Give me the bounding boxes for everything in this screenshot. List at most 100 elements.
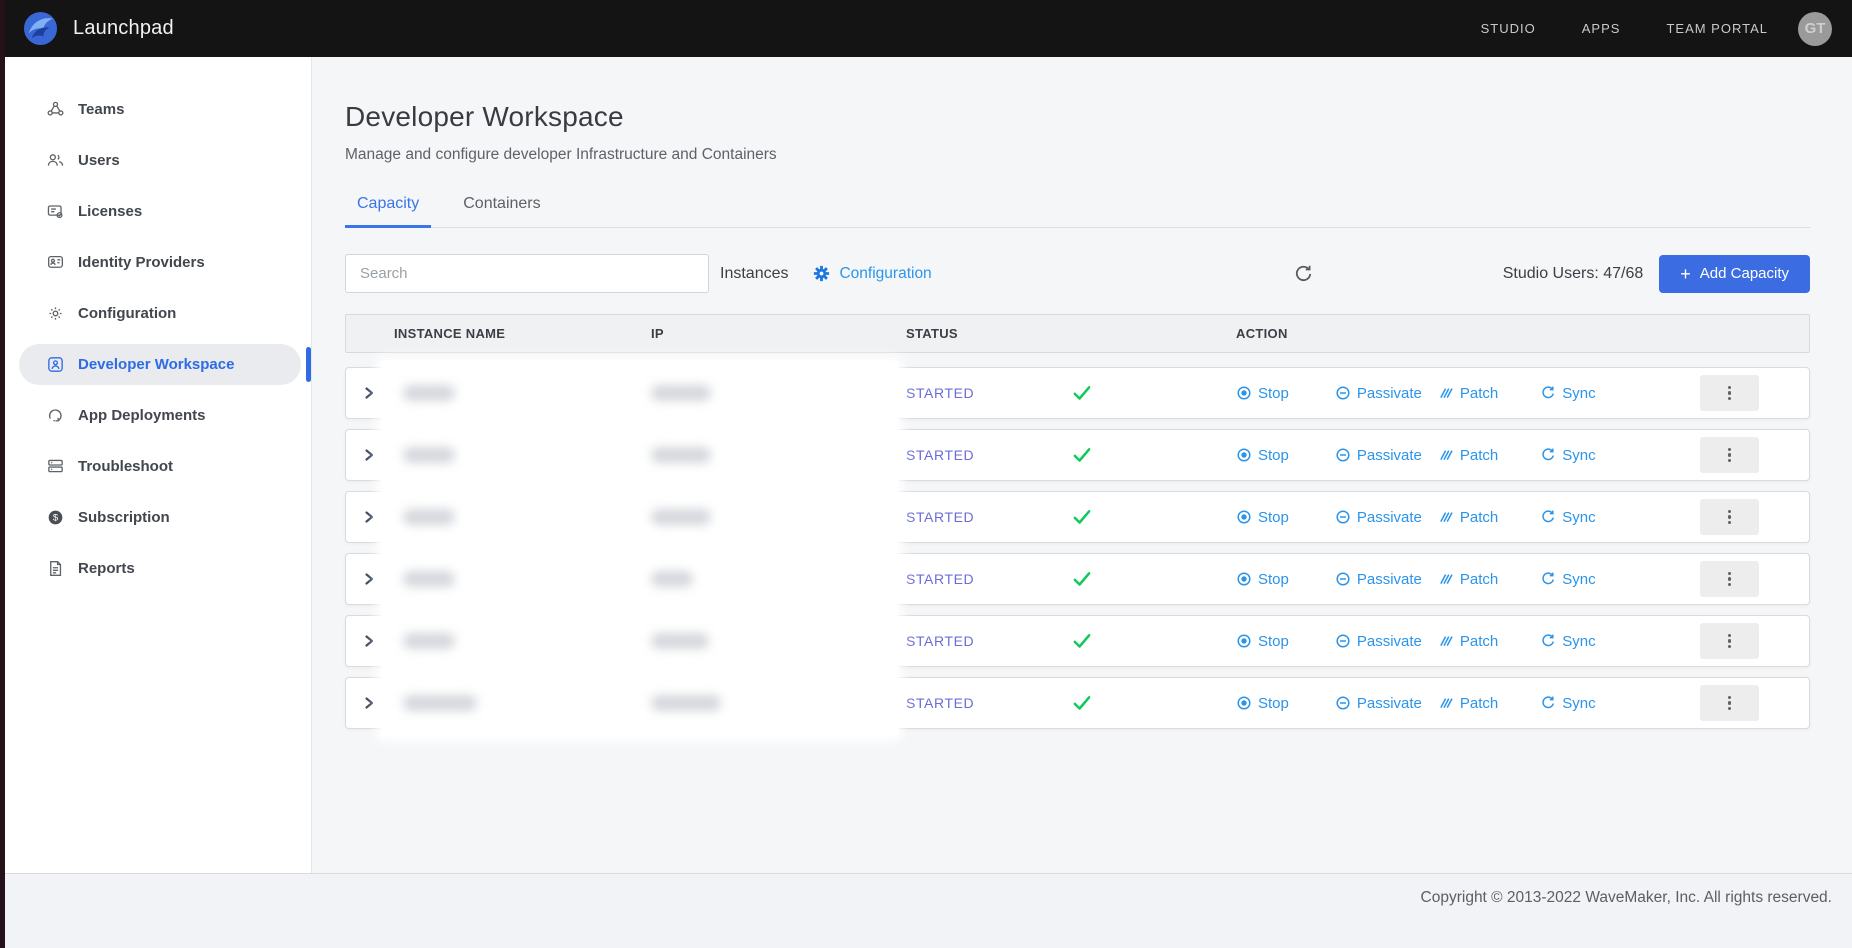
check-icon <box>1071 444 1093 466</box>
passivate-icon <box>1335 385 1351 401</box>
kebab-dot <box>1728 521 1731 524</box>
topnav-studio[interactable]: STUDIO <box>1481 21 1536 36</box>
stop-action[interactable]: Stop <box>1236 571 1289 588</box>
sidebar-item-reports[interactable]: Reports <box>19 548 301 589</box>
expand-chevron-icon[interactable] <box>362 634 376 648</box>
redacted-ip <box>651 447 711 463</box>
patch-label: Patch <box>1460 509 1498 526</box>
sync-icon <box>1540 447 1556 463</box>
stop-icon <box>1236 509 1252 525</box>
stop-action[interactable]: Stop <box>1236 695 1289 712</box>
kebab-menu-button[interactable] <box>1700 623 1759 659</box>
plus-icon: + <box>1680 265 1691 283</box>
sync-action[interactable]: Sync <box>1540 447 1595 464</box>
sync-action[interactable]: Sync <box>1540 571 1595 588</box>
passivate-action[interactable]: Passivate <box>1335 509 1422 526</box>
patch-action[interactable]: Patch <box>1438 633 1498 650</box>
status-badge: STARTED <box>906 633 974 649</box>
stop-action[interactable]: Stop <box>1236 509 1289 526</box>
stop-icon <box>1236 695 1252 711</box>
kebab-menu-button[interactable] <box>1700 375 1759 411</box>
passivate-action[interactable]: Passivate <box>1335 633 1422 650</box>
kebab-dot <box>1728 459 1731 462</box>
sidebar-item-users[interactable]: Users <box>19 140 301 181</box>
sidebar: Teams Users Licenses <box>0 57 312 873</box>
passivate-action[interactable]: Passivate <box>1335 447 1422 464</box>
tab-capacity[interactable]: Capacity <box>345 195 431 228</box>
expand-chevron-icon[interactable] <box>362 386 376 400</box>
expand-chevron-icon[interactable] <box>362 448 376 462</box>
sidebar-item-teams[interactable]: Teams <box>19 89 301 130</box>
gear-icon <box>812 264 831 283</box>
page-title: Developer Workspace <box>345 101 1810 133</box>
passivate-action[interactable]: Passivate <box>1335 695 1422 712</box>
stop-action[interactable]: Stop <box>1236 633 1289 650</box>
sync-icon <box>1540 385 1556 401</box>
patch-icon <box>1438 571 1454 587</box>
troubleshoot-icon <box>45 457 65 477</box>
expand-chevron-icon[interactable] <box>362 572 376 586</box>
sync-action[interactable]: Sync <box>1540 385 1595 402</box>
kebab-menu-button[interactable] <box>1700 437 1759 473</box>
sidebar-item-label: Developer Workspace <box>78 356 234 373</box>
stop-label: Stop <box>1258 633 1289 650</box>
instances-table: INSTANCE NAME IP STATUS ACTION .. STARTE… <box>345 314 1810 729</box>
patch-action[interactable]: Patch <box>1438 447 1498 464</box>
stop-action[interactable]: Stop <box>1236 385 1289 402</box>
sidebar-item-identity-providers[interactable]: Identity Providers <box>19 242 301 283</box>
passivate-label: Passivate <box>1357 447 1422 464</box>
sidebar-item-troubleshoot[interactable]: Troubleshoot <box>19 446 301 487</box>
redacted-ip <box>651 385 711 401</box>
refresh-icon[interactable] <box>1293 263 1315 285</box>
column-header-status: STATUS <box>906 326 1236 341</box>
sidebar-item-label: App Deployments <box>78 407 206 424</box>
redacted-instance-name <box>403 633 455 649</box>
topnav-apps[interactable]: APPS <box>1582 21 1621 36</box>
sidebar-item-subscription[interactable]: $ Subscription <box>19 497 301 538</box>
table-header: INSTANCE NAME IP STATUS ACTION <box>345 314 1810 353</box>
sidebar-item-app-deployments[interactable]: App Deployments <box>19 395 301 436</box>
patch-action[interactable]: Patch <box>1438 695 1498 712</box>
column-header-ip: IP <box>651 326 906 341</box>
passivate-label: Passivate <box>1357 571 1422 588</box>
configuration-link[interactable]: Configuration <box>812 264 931 283</box>
sidebar-item-developer-workspace[interactable]: Developer Workspace <box>19 344 301 385</box>
expand-chevron-icon[interactable] <box>362 510 376 524</box>
kebab-menu-button[interactable] <box>1700 685 1759 721</box>
user-avatar[interactable]: GT <box>1798 12 1832 46</box>
sync-action[interactable]: Sync <box>1540 695 1595 712</box>
cell-action: Stop Passivate Patch Sync <box>1236 499 1809 535</box>
sidebar-item-configuration[interactable]: Configuration <box>19 293 301 334</box>
reports-icon <box>45 559 65 579</box>
stop-action[interactable]: Stop <box>1236 447 1289 464</box>
copyright-text: Copyright © 2013-2022 WaveMaker, Inc. Al… <box>1421 889 1832 906</box>
passivate-action[interactable]: Passivate <box>1335 385 1422 402</box>
search-input[interactable] <box>345 254 709 293</box>
kebab-menu-button[interactable] <box>1700 499 1759 535</box>
developer-workspace-icon <box>45 355 65 375</box>
kebab-dot <box>1728 696 1731 699</box>
kebab-dot <box>1728 453 1731 456</box>
sync-action[interactable]: Sync <box>1540 509 1595 526</box>
sync-label: Sync <box>1562 633 1595 650</box>
licenses-icon <box>45 202 65 222</box>
patch-action[interactable]: Patch <box>1438 509 1498 526</box>
stop-icon <box>1236 385 1252 401</box>
add-capacity-button[interactable]: + Add Capacity <box>1659 255 1810 293</box>
tab-containers[interactable]: Containers <box>451 195 552 228</box>
table-rows: .. STARTED Stop <box>345 367 1810 729</box>
tab-bar: Capacity Containers <box>345 195 1810 228</box>
patch-action[interactable]: Patch <box>1438 385 1498 402</box>
expand-chevron-icon[interactable] <box>362 696 376 710</box>
redacted-instance-name <box>403 509 455 525</box>
patch-action[interactable]: Patch <box>1438 571 1498 588</box>
kebab-menu-button[interactable] <box>1700 561 1759 597</box>
topnav-team-portal[interactable]: TEAM PORTAL <box>1666 21 1768 36</box>
sync-icon <box>1540 509 1556 525</box>
sidebar-item-licenses[interactable]: Licenses <box>19 191 301 232</box>
passivate-action[interactable]: Passivate <box>1335 571 1422 588</box>
window-edge <box>0 0 5 948</box>
sync-action[interactable]: Sync <box>1540 633 1595 650</box>
footer: Copyright © 2013-2022 WaveMaker, Inc. Al… <box>0 873 1852 948</box>
page-subtitle: Manage and configure developer Infrastru… <box>345 146 1810 164</box>
